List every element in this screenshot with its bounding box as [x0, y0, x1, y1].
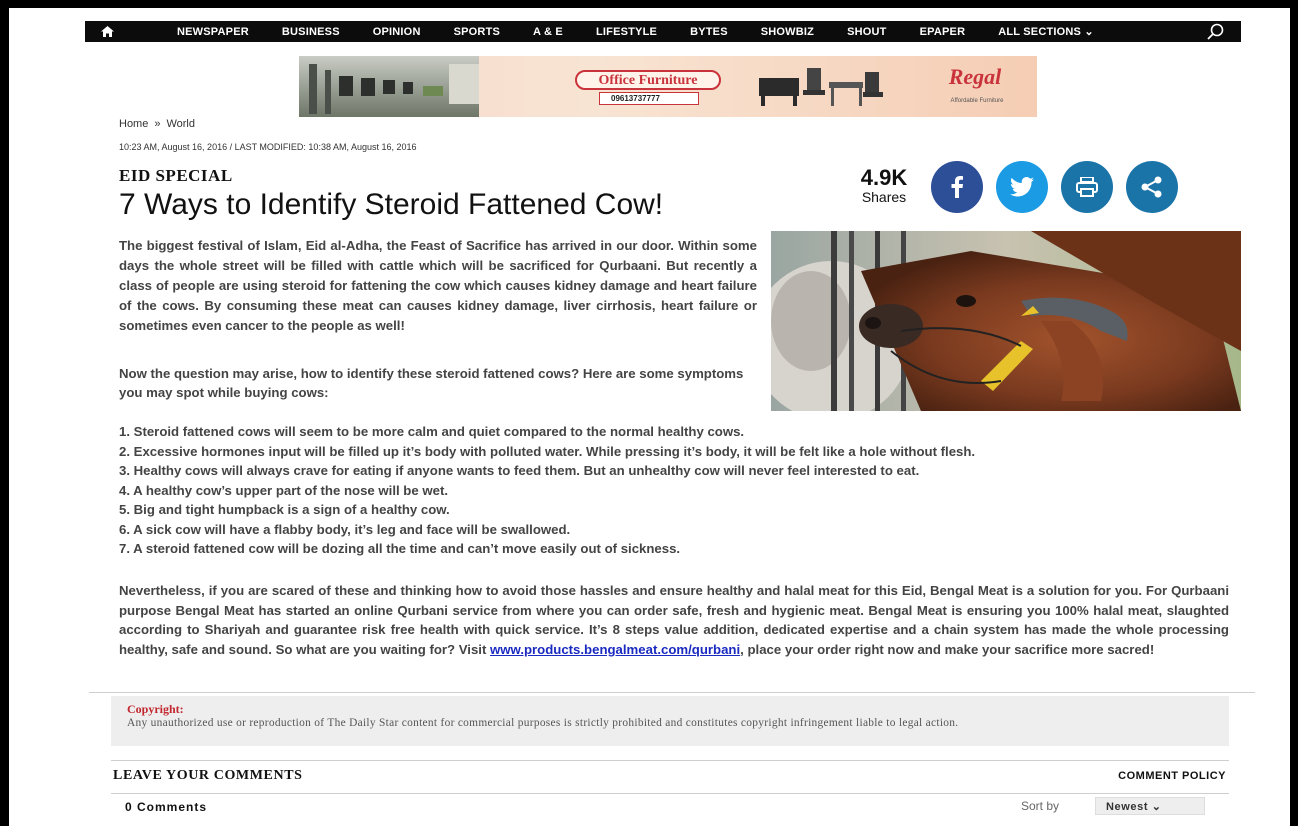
breadcrumb-separator: »: [154, 118, 161, 130]
copyright-title: Copyright:: [127, 702, 184, 716]
list-item: 5. Big and tight humpback is a sign of a…: [119, 502, 450, 517]
page: NEWSPAPER BUSINESS OPINION SPORTS A & E …: [9, 8, 1290, 826]
share-count-value: 4.9K: [860, 165, 908, 190]
twitter-icon: [1010, 177, 1034, 197]
breadcrumb-home[interactable]: Home: [119, 118, 148, 130]
nav-item-shout[interactable]: SHOUT: [847, 26, 887, 38]
ad-banner[interactable]: Office Furniture 09613737777 Regal Affor…: [299, 56, 1037, 117]
nav-item-bytes[interactable]: BYTES: [690, 26, 728, 38]
comment-count: 0 Comments: [125, 800, 208, 814]
list-item: 6. A sick cow will have a flabby body, i…: [119, 521, 571, 537]
article-photo-cow: [771, 231, 1241, 411]
list-item: 4. A healthy cow’s upper part of the nos…: [119, 482, 449, 498]
sort-select[interactable]: Newest ⌄: [1095, 797, 1205, 815]
list-item: 7. A steroid fattened cow will be dozing…: [119, 541, 681, 556]
timestamp: 10:23 AM, August 16, 2016 / LAST MODIFIE…: [119, 142, 417, 152]
search-icon[interactable]: [1205, 23, 1225, 40]
facebook-icon: [951, 176, 963, 198]
list-item: 3. Healthy cows will always crave for ea…: [119, 463, 920, 478]
article-question: Now the question may arise, how to ident…: [119, 366, 744, 400]
ad-title: Office Furniture: [575, 70, 721, 90]
main-nav: NEWSPAPER BUSINESS OPINION SPORTS A & E …: [85, 21, 1241, 42]
nav-item-all-sections[interactable]: ALL SECTIONS ⌄: [998, 25, 1094, 38]
breadcrumb-section[interactable]: World: [166, 118, 195, 130]
list-item: 1. Steroid fattened cows will seem to be…: [119, 424, 745, 439]
ad-office-photo: [299, 56, 479, 117]
symptoms-list: 1. Steroid fattened cows will seem to be…: [119, 422, 1249, 559]
divider: [89, 692, 1255, 693]
article-lead: The biggest festival of Islam, Eid al-Ad…: [119, 238, 757, 333]
list-item: 2. Excessive hormones input will be fill…: [119, 443, 976, 459]
share-button[interactable]: [1126, 161, 1178, 213]
ad-phone: 09613737777: [611, 94, 660, 103]
print-icon: [1076, 177, 1098, 197]
ad-brand-sub: Affordable Furniture: [950, 98, 1004, 104]
home-icon[interactable]: [85, 21, 129, 42]
nav-item-showbiz[interactable]: SHOWBIZ: [761, 26, 814, 38]
comment-policy-link[interactable]: COMMENT POLICY: [1118, 770, 1226, 782]
article-kicker: EID SPECIAL: [119, 166, 233, 185]
breadcrumb: Home » World: [119, 118, 195, 130]
nav-item-sports[interactable]: SPORTS: [454, 26, 500, 38]
nav-item-epaper[interactable]: EPAPER: [920, 26, 966, 38]
nav-item-newspaper[interactable]: NEWSPAPER: [177, 26, 249, 38]
divider: [111, 793, 1229, 794]
copyright-notice: Copyright: Any unauthorized use or repro…: [111, 696, 1229, 746]
share-count-label: Shares: [861, 189, 907, 205]
nav-item-lifestyle[interactable]: LIFESTYLE: [596, 26, 657, 38]
share-icon: [1141, 176, 1162, 198]
article-headline: 7 Ways to Identify Steroid Fattened Cow!: [119, 188, 664, 221]
twitter-share-button[interactable]: [996, 161, 1048, 213]
copyright-text: Any unauthorized use or reproduction of …: [127, 717, 959, 729]
share-count: 4.9K Shares: [849, 165, 919, 205]
article-closing: Nevertheless, if you are scared of these…: [119, 581, 1229, 659]
article-closing-end: , place your order right now and make yo…: [740, 641, 1155, 657]
comments-title: LEAVE YOUR COMMENTS: [113, 768, 303, 783]
bengalmeat-link[interactable]: www.products.bengalmeat.com/qurbani: [490, 642, 740, 657]
sort-label: Sort by: [1021, 799, 1060, 813]
facebook-share-button[interactable]: [931, 161, 983, 213]
divider: [111, 760, 1229, 761]
print-button[interactable]: [1061, 161, 1113, 213]
furniture-icon: [759, 68, 883, 106]
nav-item-opinion[interactable]: OPINION: [373, 26, 421, 38]
nav-item-business[interactable]: BUSINESS: [282, 26, 340, 38]
nav-item-ae[interactable]: A & E: [533, 26, 563, 38]
